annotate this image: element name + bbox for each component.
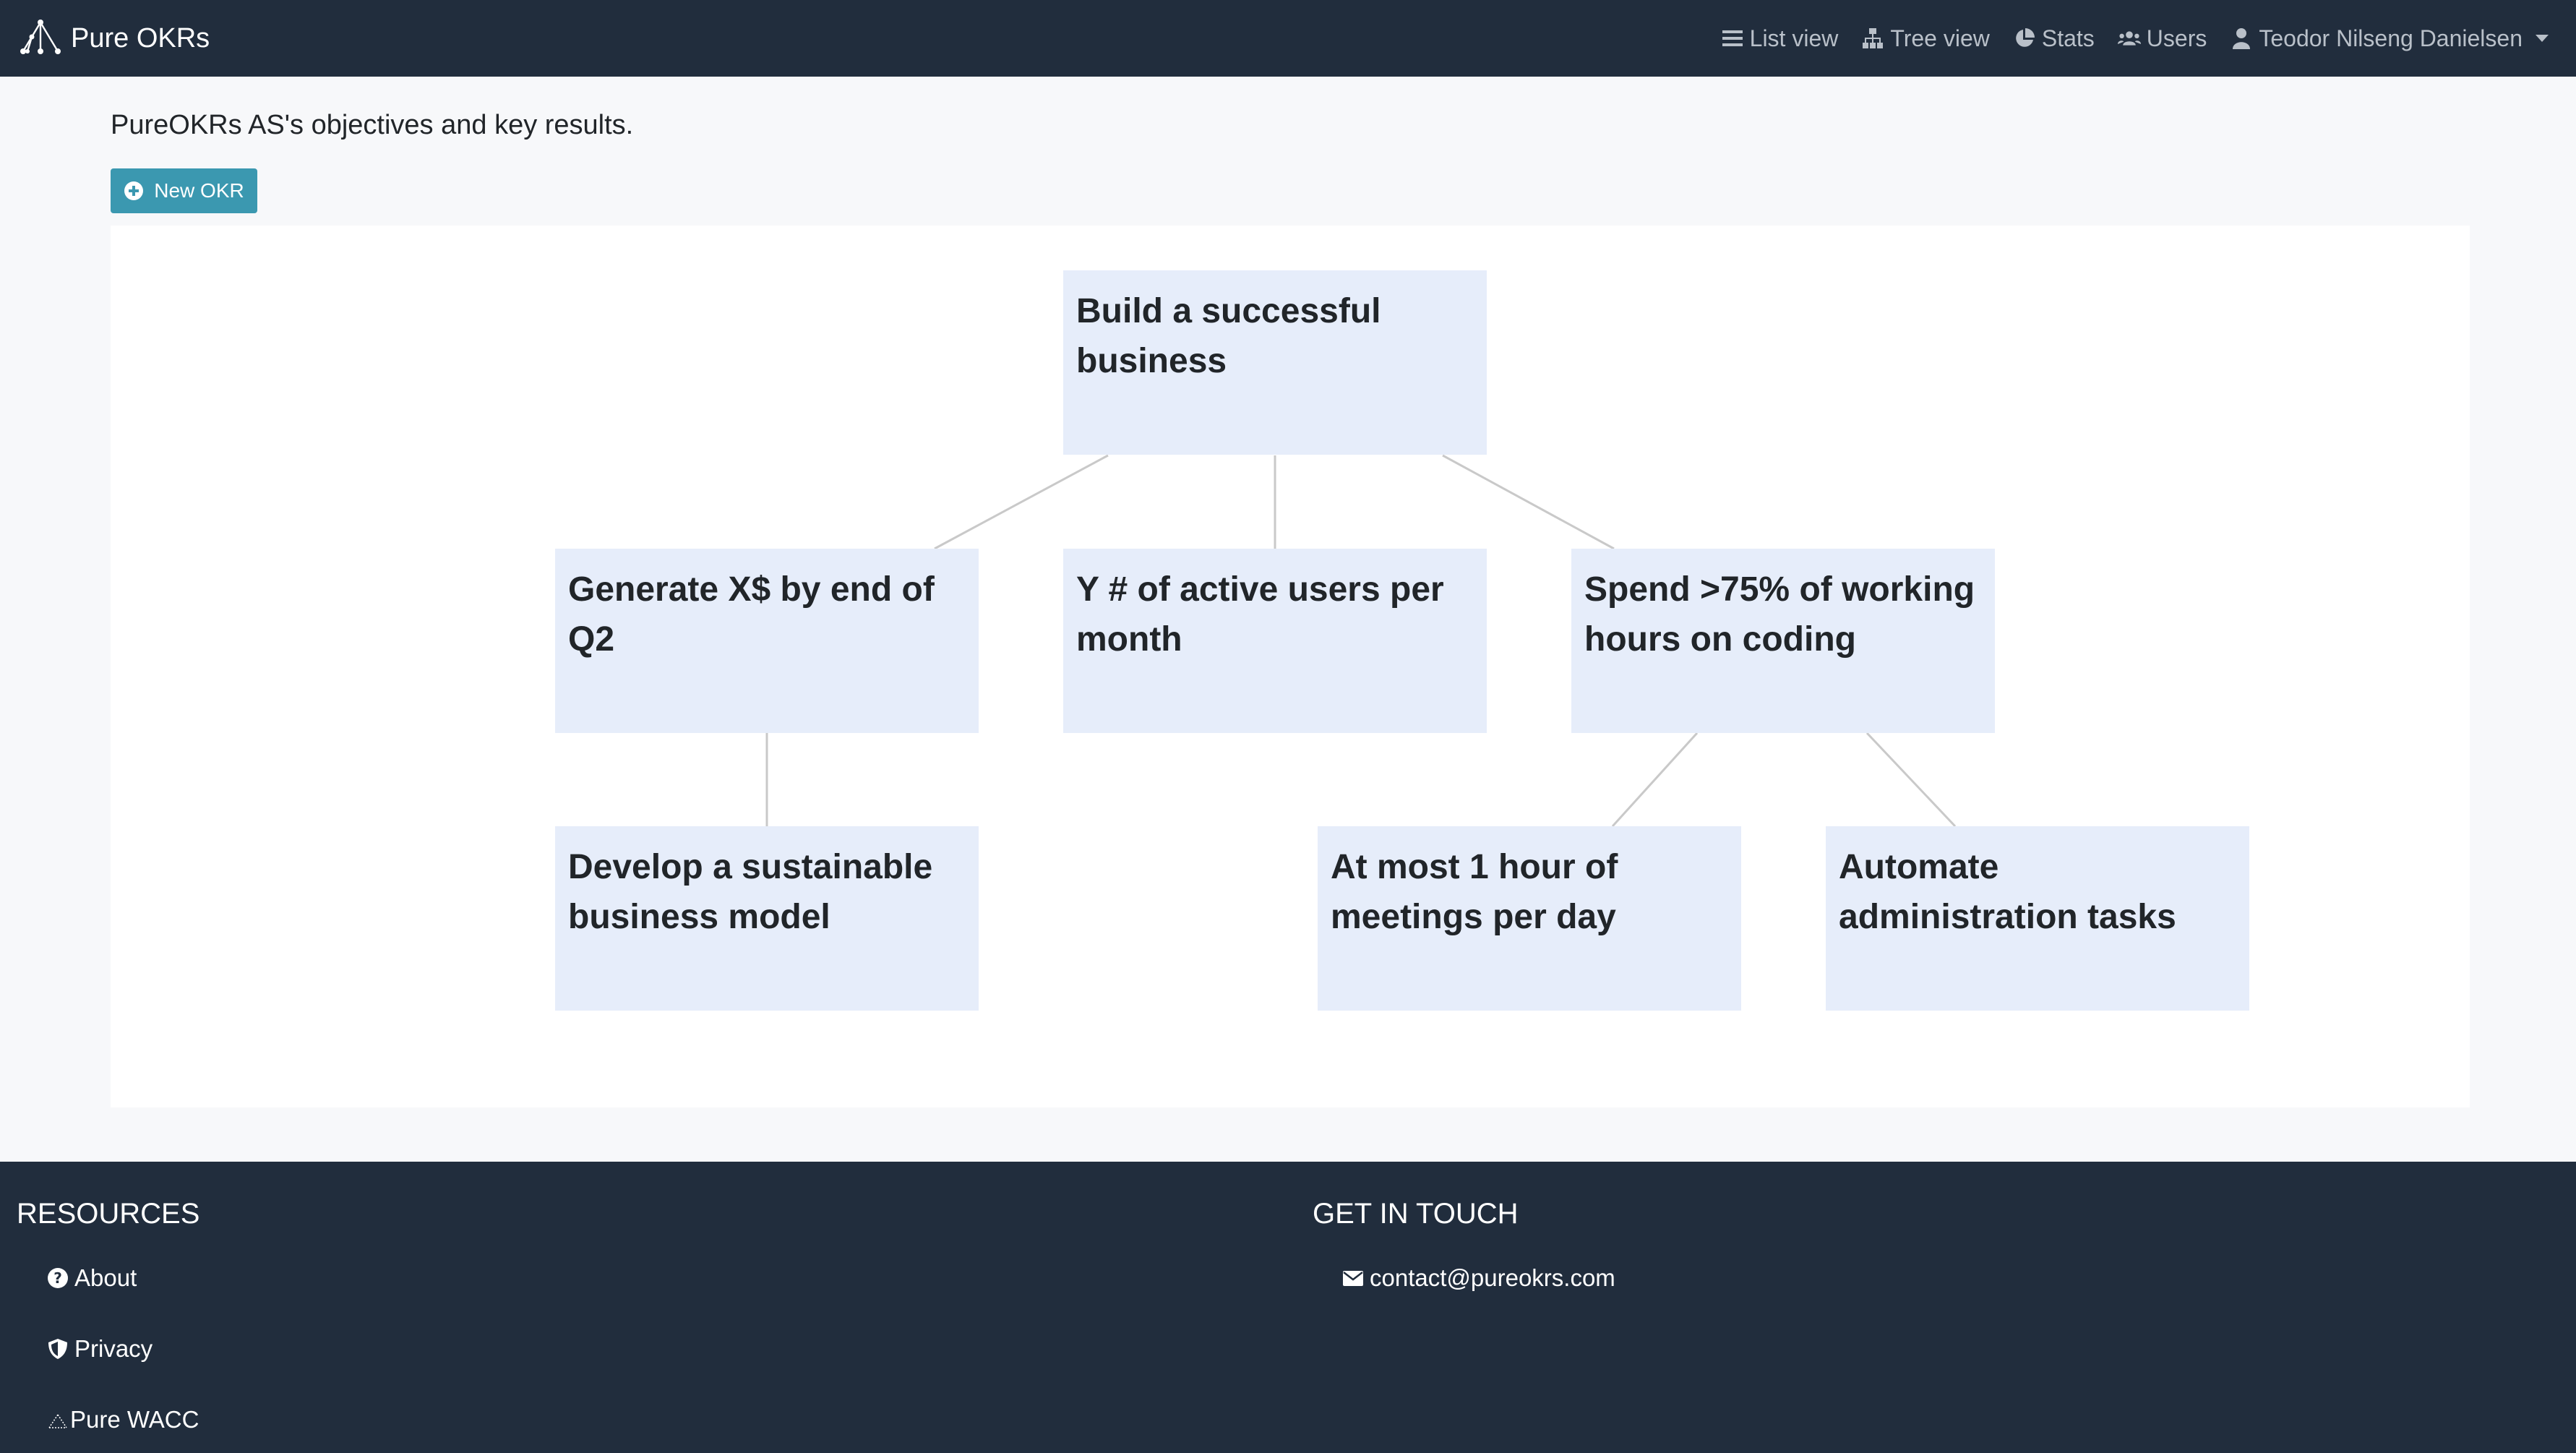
- chevron-down-icon: [2536, 35, 2549, 42]
- okr-node-title: Spend >75% of working hours on coding: [1584, 570, 1975, 659]
- okr-tree: Build a successful business Generate X$ …: [111, 226, 2470, 1107]
- sitemap-icon: [1863, 28, 1884, 48]
- okr-node-title: Generate X$ by end of Q2: [568, 570, 935, 659]
- new-okr-button[interactable]: New OKR: [111, 168, 257, 213]
- okr-node-automate-admin[interactable]: Automate administration tasks: [1826, 826, 2249, 1011]
- user-icon: [2233, 28, 2251, 49]
- new-okr-label: New OKR: [154, 179, 244, 202]
- contact-email-link[interactable]: contact@pureokrs.com: [1342, 1264, 1615, 1292]
- okr-node-active-users[interactable]: Y # of active users per month: [1063, 549, 1487, 733]
- about-link[interactable]: ? About: [47, 1264, 137, 1292]
- nav-tree-view-label: Tree view: [1890, 25, 1990, 51]
- privacy-label: Privacy: [74, 1335, 153, 1362]
- users-icon: [2117, 31, 2141, 46]
- shield-icon: [48, 1339, 67, 1359]
- user-name: Teodor Nilseng Danielsen: [2259, 25, 2523, 51]
- pure-wacc-logo-icon: [48, 1414, 67, 1428]
- nav-users[interactable]: Users: [2117, 25, 2207, 52]
- okr-node-coding-time[interactable]: Spend >75% of working hours on coding: [1571, 549, 1995, 733]
- okr-node-title: Automate administration tasks: [1839, 848, 2176, 936]
- svg-text:?: ?: [53, 1269, 62, 1287]
- okr-node-meetings[interactable]: At most 1 hour of meetings per day: [1318, 826, 1741, 1011]
- okr-node-title: At most 1 hour of meetings per day: [1331, 848, 1618, 936]
- brand[interactable]: Pure OKRs: [17, 18, 210, 59]
- pure-okrs-logo-icon: [20, 20, 61, 54]
- brand-name: Pure OKRs: [71, 22, 210, 53]
- footer: RESOURCES ? About Privacy Pure WACC GET …: [0, 1162, 2576, 1453]
- envelope-icon: [1343, 1271, 1363, 1286]
- nav-stats[interactable]: Stats: [2013, 25, 2095, 52]
- nav-menu: List view Tree view Stats Users Teodor N…: [1721, 25, 2559, 52]
- okr-node-business-model[interactable]: Develop a sustainable business model: [555, 826, 979, 1011]
- question-circle-icon: ?: [48, 1268, 68, 1288]
- resources-heading: RESOURCES: [17, 1198, 200, 1230]
- nav-list-view-label: List view: [1749, 25, 1839, 51]
- pure-wacc-link[interactable]: Pure WACC: [47, 1406, 199, 1433]
- nav-tree-view[interactable]: Tree view: [1861, 25, 1990, 52]
- pure-wacc-label: Pure WACC: [70, 1406, 199, 1433]
- nav-list-view[interactable]: List view: [1721, 25, 1839, 52]
- nav-users-label: Users: [2146, 25, 2207, 51]
- contact-heading: GET IN TOUCH: [1313, 1198, 1519, 1230]
- privacy-link[interactable]: Privacy: [47, 1335, 153, 1363]
- nav-stats-label: Stats: [2041, 25, 2095, 51]
- okr-node-title: Y # of active users per month: [1076, 570, 1444, 659]
- plus-circle-icon: [124, 181, 144, 200]
- contact-email: contact@pureokrs.com: [1370, 1264, 1615, 1291]
- list-icon: [1722, 30, 1743, 46]
- about-label: About: [74, 1264, 137, 1291]
- navbar: Pure OKRs List view Tree view Stats User…: [0, 0, 2576, 77]
- user-menu-dropdown[interactable]: Teodor Nilseng Danielsen: [2230, 25, 2549, 52]
- okr-node-root[interactable]: Build a successful business: [1063, 270, 1487, 455]
- okr-node-title: Build a successful business: [1076, 292, 1381, 380]
- okr-node-generate-revenue[interactable]: Generate X$ by end of Q2: [555, 549, 979, 733]
- okr-node-title: Develop a sustainable business model: [568, 848, 933, 936]
- pie-chart-icon: [2016, 28, 2035, 47]
- page-subtitle: PureOKRs AS's objectives and key results…: [111, 110, 634, 140]
